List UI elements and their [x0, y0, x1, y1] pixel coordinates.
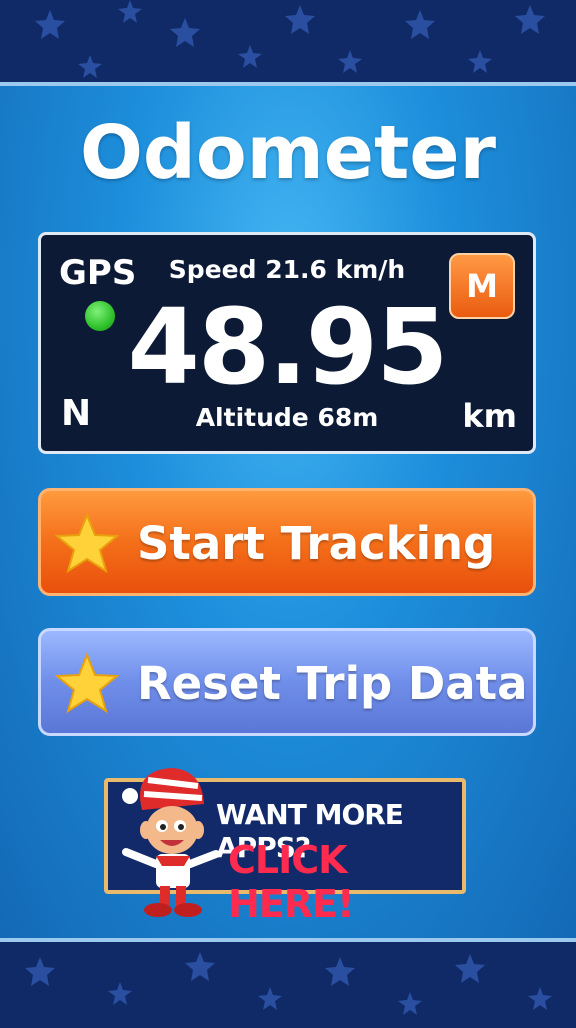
star-icon	[55, 512, 119, 574]
unit-toggle-button[interactable]: M	[449, 253, 515, 319]
star-icon	[55, 652, 119, 714]
start-tracking-button[interactable]: Start Tracking	[38, 488, 536, 596]
star-pattern	[35, 0, 545, 78]
odometer-display-panel: GPS Speed 21.6 km/h 48.95 Altitude 68m N…	[38, 232, 536, 454]
start-tracking-label: Start Tracking	[137, 517, 496, 570]
compass-heading: N	[61, 393, 92, 434]
app-title: Odometer	[79, 110, 497, 196]
distance-unit: km	[462, 397, 517, 435]
promo-call-to-action: CLICK HERE!	[228, 838, 354, 926]
reset-trip-button[interactable]: Reset Trip Data	[38, 628, 536, 736]
bottom-star-banner	[0, 938, 576, 1028]
star-pattern	[25, 952, 552, 1015]
reset-trip-label: Reset Trip Data	[137, 657, 528, 710]
elf-mascot-icon	[122, 768, 220, 917]
altitude-readout: Altitude 68m	[195, 403, 379, 432]
top-star-banner	[0, 0, 576, 86]
